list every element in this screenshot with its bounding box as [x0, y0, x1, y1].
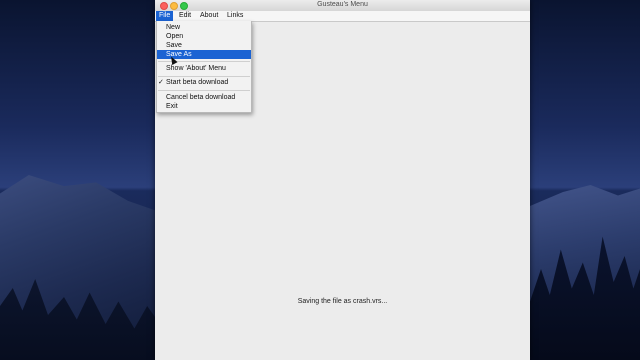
menu-item-label: Show 'About' Menu	[166, 65, 226, 72]
menu-item-label: Open	[166, 33, 184, 40]
app-window: Gusteau's Menu File Edit About Links New…	[155, 0, 530, 360]
menu-item-label: Save	[166, 42, 182, 49]
window-title: Gusteau's Menu	[317, 1, 368, 8]
menu-item-cancel-beta-download[interactable]: Cancel beta download	[157, 93, 251, 102]
menu-item-new[interactable]: New	[157, 23, 251, 32]
file-dropdown-menu: New Open Save Save As Show 'About' Menu …	[156, 21, 252, 113]
menu-item-save[interactable]: Save	[157, 41, 251, 50]
menu-item-exit[interactable]: Exit	[157, 102, 251, 111]
menu-item-label: Cancel beta download	[166, 94, 236, 101]
menu-about[interactable]: About	[197, 11, 221, 21]
menu-separator	[158, 90, 250, 91]
menu-item-label: New	[166, 24, 181, 31]
menu-item-label: Exit	[166, 103, 178, 110]
menu-links[interactable]: Links	[224, 11, 246, 21]
checkmark-icon: ✓	[158, 79, 164, 86]
menu-item-label: Start beta download	[166, 79, 229, 86]
menu-item-start-beta-download[interactable]: ✓ Start beta download	[157, 78, 251, 87]
menu-separator	[158, 76, 250, 77]
status-message: Saving the file as crash.vrs...	[297, 298, 388, 305]
menu-item-open[interactable]: Open	[157, 32, 251, 41]
menu-item-show-about[interactable]: Show 'About' Menu	[157, 64, 251, 73]
menu-edit[interactable]: Edit	[176, 11, 194, 21]
menu-file[interactable]: File	[156, 11, 174, 21]
